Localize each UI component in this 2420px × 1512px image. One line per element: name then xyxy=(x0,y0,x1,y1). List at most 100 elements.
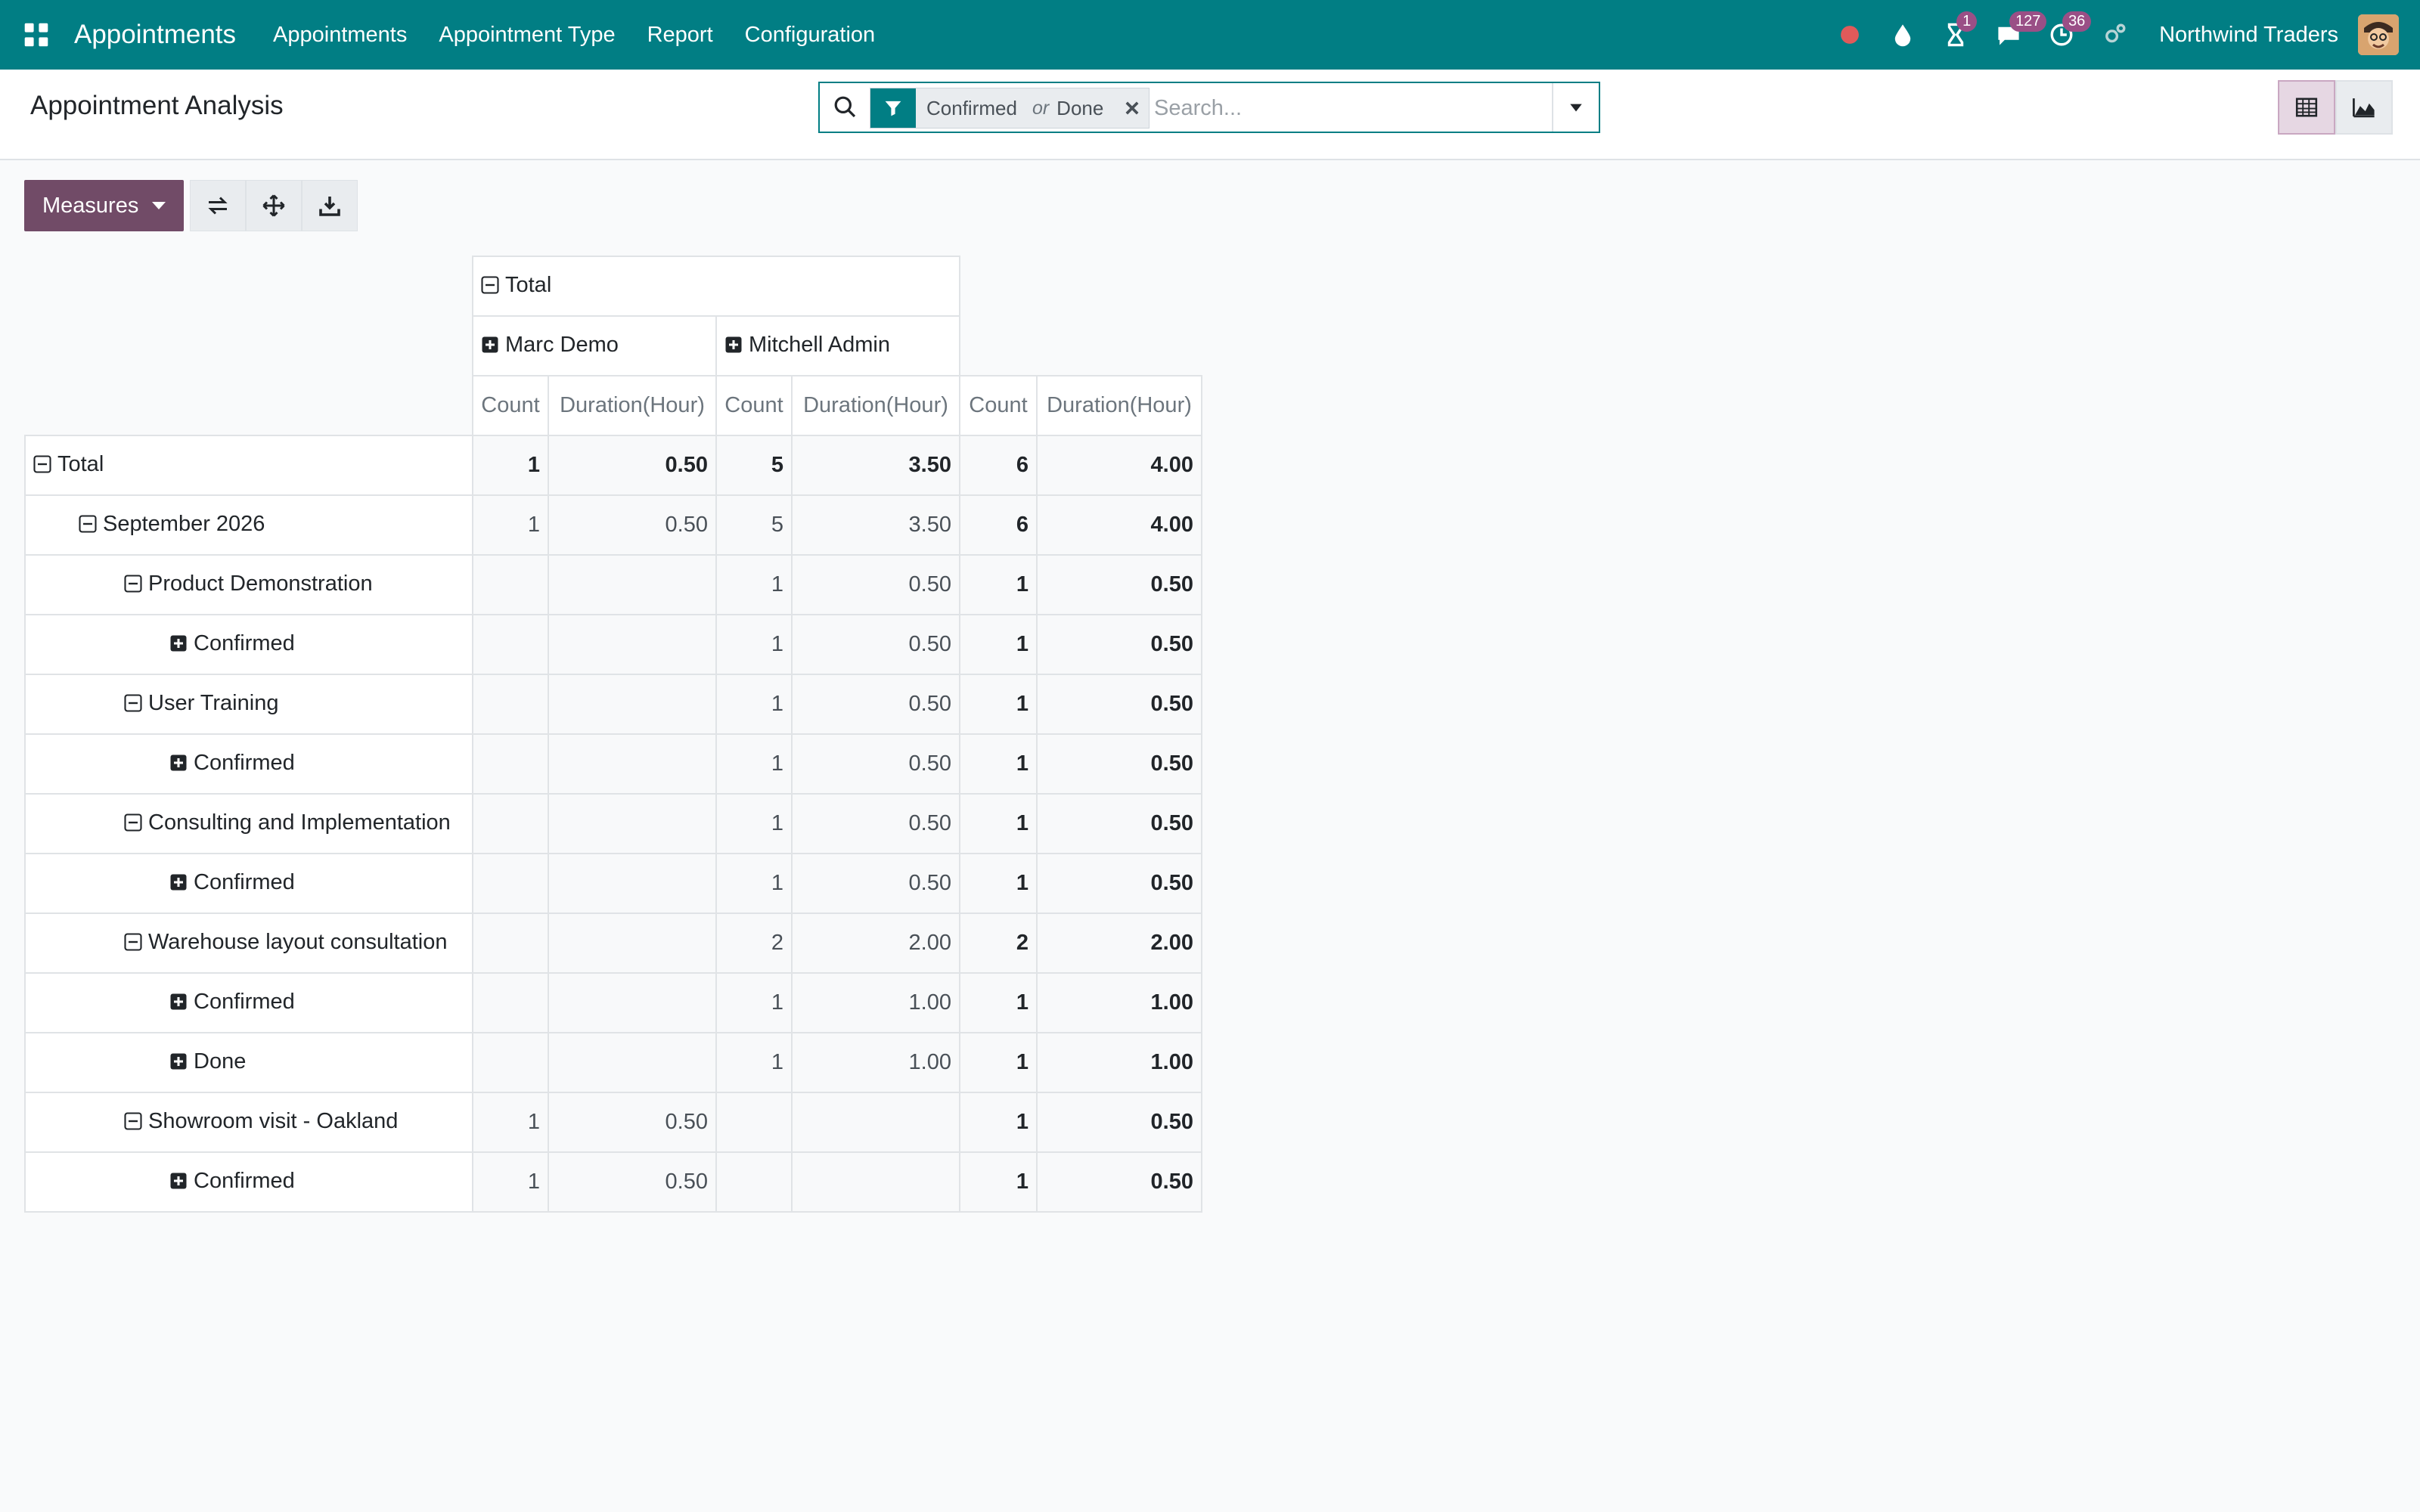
settings-gears-icon[interactable] xyxy=(2102,22,2127,48)
total-cell[interactable]: 1 xyxy=(959,853,1038,914)
value-cell[interactable] xyxy=(472,674,549,735)
value-cell[interactable] xyxy=(472,614,549,675)
total-cell[interactable]: 1 xyxy=(959,674,1038,735)
value-cell[interactable]: 0.50 xyxy=(548,494,717,556)
value-cell[interactable]: 1 xyxy=(472,1151,549,1213)
total-cell[interactable]: 1 xyxy=(959,1092,1038,1153)
value-cell[interactable]: 1 xyxy=(715,972,793,1033)
graph-view-button[interactable] xyxy=(2335,80,2393,135)
user-avatar[interactable] xyxy=(2358,14,2399,55)
row-header[interactable]: Confirmed xyxy=(24,614,473,675)
value-cell[interactable]: 0.50 xyxy=(548,435,717,496)
row-header[interactable]: Warehouse layout consultation xyxy=(24,912,473,974)
activity-hourglass-icon[interactable]: 1 xyxy=(1943,11,1978,48)
value-cell[interactable] xyxy=(472,733,549,795)
value-cell[interactable] xyxy=(548,614,717,675)
drop-icon[interactable] xyxy=(1890,22,1916,48)
value-cell[interactable] xyxy=(715,1092,793,1153)
value-cell[interactable]: 1 xyxy=(715,554,793,615)
search-options-toggle[interactable] xyxy=(1552,83,1599,132)
total-cell[interactable]: 4.00 xyxy=(1036,494,1202,556)
value-cell[interactable] xyxy=(791,1151,960,1213)
value-cell[interactable]: 0.50 xyxy=(548,1151,717,1213)
total-cell[interactable]: 0.50 xyxy=(1036,674,1202,735)
col-header-total[interactable]: Total xyxy=(472,256,960,317)
menu-configuration[interactable]: Configuration xyxy=(745,23,876,48)
total-cell[interactable]: 2.00 xyxy=(1036,912,1202,974)
total-cell[interactable]: 1 xyxy=(959,554,1038,615)
value-cell[interactable]: 0.50 xyxy=(791,793,960,854)
value-cell[interactable] xyxy=(472,1032,549,1093)
menu-appointment-type[interactable]: Appointment Type xyxy=(439,23,615,48)
value-cell[interactable]: 5 xyxy=(715,435,793,496)
value-cell[interactable]: 3.50 xyxy=(791,494,960,556)
search-icon[interactable] xyxy=(833,95,858,123)
value-cell[interactable]: 2.00 xyxy=(791,912,960,974)
value-cell[interactable]: 1 xyxy=(472,494,549,556)
value-cell[interactable] xyxy=(548,1032,717,1093)
expand-all-button[interactable] xyxy=(246,180,302,231)
total-cell[interactable]: 1 xyxy=(959,1032,1038,1093)
total-cell[interactable]: 6 xyxy=(959,494,1038,556)
row-header[interactable]: Confirmed xyxy=(24,853,473,914)
value-cell[interactable] xyxy=(472,853,549,914)
row-header[interactable]: Done xyxy=(24,1032,473,1093)
apps-menu-icon[interactable] xyxy=(18,17,54,53)
measure-header-duration[interactable]: Duration(Hour) xyxy=(1036,375,1202,436)
value-cell[interactable]: 0.50 xyxy=(548,1092,717,1153)
measure-header-duration[interactable]: Duration(Hour) xyxy=(548,375,717,436)
facet-remove-icon[interactable] xyxy=(1115,99,1149,117)
total-cell[interactable]: 1 xyxy=(959,614,1038,675)
total-cell[interactable]: 0.50 xyxy=(1036,1151,1202,1213)
app-name[interactable]: Appointments xyxy=(74,20,236,50)
value-cell[interactable]: 1 xyxy=(472,1092,549,1153)
total-cell[interactable]: 1 xyxy=(959,793,1038,854)
value-cell[interactable]: 3.50 xyxy=(791,435,960,496)
download-button[interactable] xyxy=(302,180,358,231)
measure-header-count[interactable]: Count xyxy=(959,375,1038,436)
record-dot-icon[interactable] xyxy=(1837,22,1863,48)
value-cell[interactable] xyxy=(548,793,717,854)
measure-header-count[interactable]: Count xyxy=(472,375,549,436)
clock-icon[interactable]: 36 xyxy=(2049,11,2092,48)
total-cell[interactable]: 1 xyxy=(959,733,1038,795)
value-cell[interactable]: 1 xyxy=(715,1032,793,1093)
pivot-view-button[interactable] xyxy=(2278,80,2335,135)
measure-header-duration[interactable]: Duration(Hour) xyxy=(791,375,960,436)
total-cell[interactable]: 0.50 xyxy=(1036,554,1202,615)
value-cell[interactable]: 1 xyxy=(715,674,793,735)
total-cell[interactable]: 2 xyxy=(959,912,1038,974)
search-input[interactable] xyxy=(1153,89,1549,127)
row-header[interactable]: Product Demonstration xyxy=(24,554,473,615)
row-header[interactable]: Showroom visit - Oakland xyxy=(24,1092,473,1153)
total-cell[interactable]: 0.50 xyxy=(1036,1092,1202,1153)
value-cell[interactable]: 1 xyxy=(715,793,793,854)
total-cell[interactable]: 1.00 xyxy=(1036,972,1202,1033)
value-cell[interactable]: 1 xyxy=(472,435,549,496)
col-header-marc-demo[interactable]: Marc Demo xyxy=(472,315,717,376)
value-cell[interactable] xyxy=(548,853,717,914)
value-cell[interactable]: 1.00 xyxy=(791,972,960,1033)
total-cell[interactable]: 0.50 xyxy=(1036,733,1202,795)
value-cell[interactable]: 1 xyxy=(715,853,793,914)
col-header-mitchell-admin[interactable]: Mitchell Admin xyxy=(715,315,960,376)
value-cell[interactable] xyxy=(715,1151,793,1213)
value-cell[interactable] xyxy=(472,554,549,615)
messages-icon[interactable]: 127 xyxy=(1996,11,2047,48)
value-cell[interactable]: 5 xyxy=(715,494,793,556)
value-cell[interactable] xyxy=(472,972,549,1033)
row-header[interactable]: User Training xyxy=(24,674,473,735)
measures-button[interactable]: Measures xyxy=(24,180,185,231)
value-cell[interactable]: 0.50 xyxy=(791,733,960,795)
value-cell[interactable]: 1.00 xyxy=(791,1032,960,1093)
row-header[interactable]: September 2026 xyxy=(24,494,473,556)
measure-header-count[interactable]: Count xyxy=(715,375,793,436)
row-header[interactable]: Consulting and Implementation xyxy=(24,793,473,854)
value-cell[interactable] xyxy=(472,912,549,974)
value-cell[interactable]: 2 xyxy=(715,912,793,974)
menu-appointments[interactable]: Appointments xyxy=(273,23,407,48)
row-header[interactable]: Confirmed xyxy=(24,733,473,795)
total-cell[interactable]: 4.00 xyxy=(1036,435,1202,496)
total-cell[interactable]: 0.50 xyxy=(1036,793,1202,854)
value-cell[interactable]: 0.50 xyxy=(791,554,960,615)
